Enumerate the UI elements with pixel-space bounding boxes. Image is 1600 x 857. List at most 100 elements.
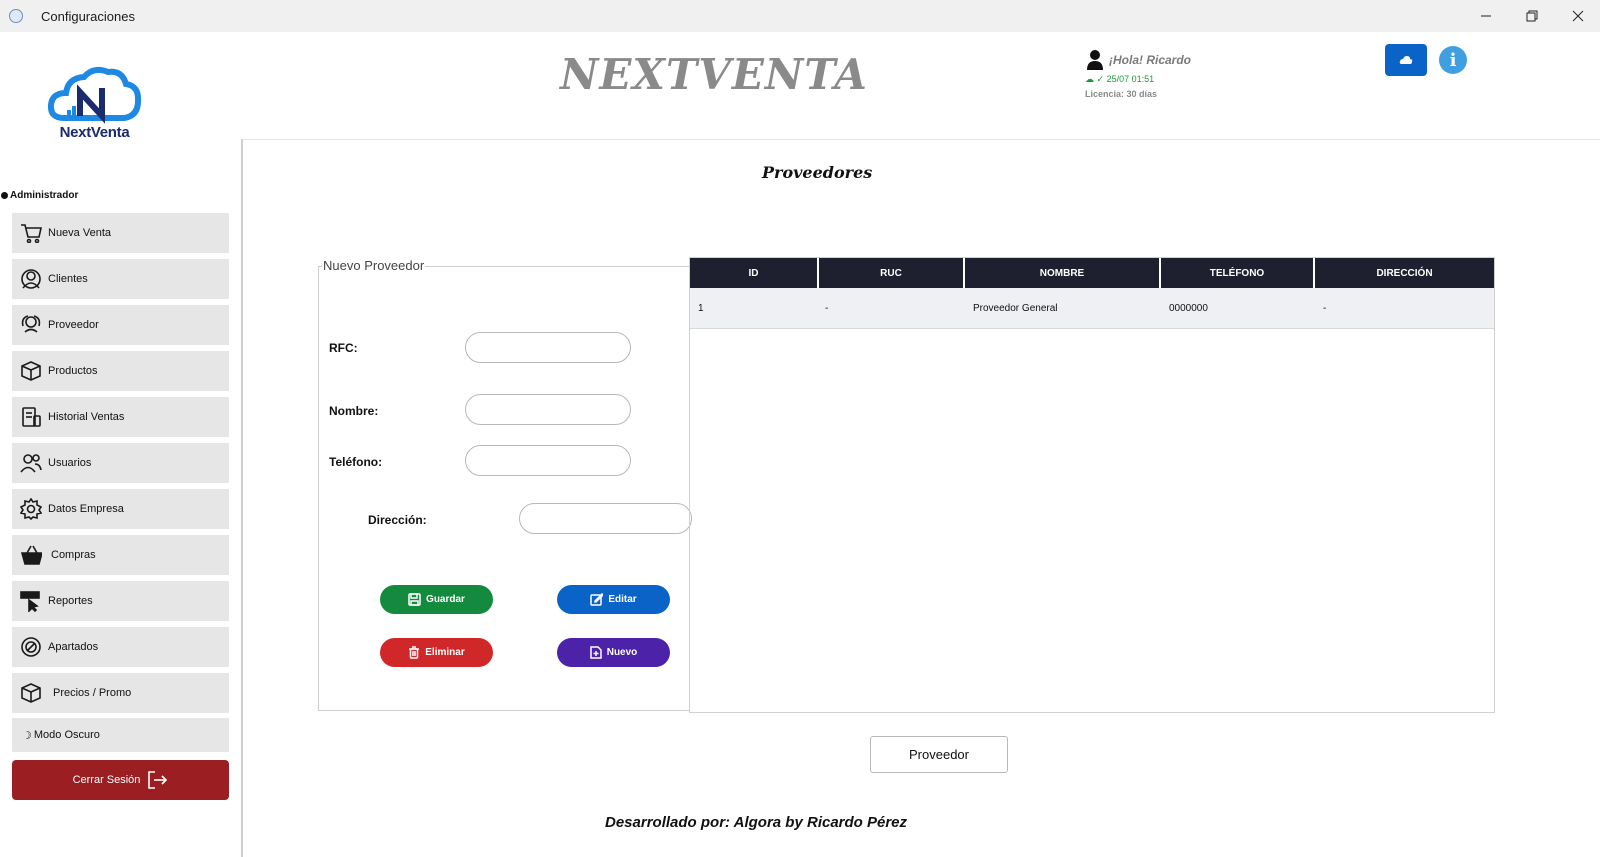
sidebar-item-precios-promo[interactable]: Precios / Promo xyxy=(12,673,229,713)
role-text: Administrador xyxy=(10,190,79,201)
cell-ruc: - xyxy=(825,302,829,314)
sidebar-item-historial-ventas[interactable]: Historial Ventas xyxy=(12,397,229,437)
sidebar-item-usuarios[interactable]: Usuarios xyxy=(12,443,229,483)
info-icon: i xyxy=(1449,49,1457,71)
table-header: ID RUC NOMBRE TELÉFONO DIRECCIÓN xyxy=(690,258,1494,288)
sidebar-item-label: Usuarios xyxy=(48,457,92,469)
cloud-icon xyxy=(1399,56,1413,64)
page-title: Proveedores xyxy=(762,163,873,182)
column-header-nombre[interactable]: NOMBRE xyxy=(965,258,1161,288)
sidebar-item-label: Historial Ventas xyxy=(48,411,125,423)
direccion-input[interactable] xyxy=(519,503,692,534)
nextventa-logo: NextVenta xyxy=(42,58,147,163)
telefono-label: Teléfono: xyxy=(329,455,383,469)
title-bar: Configuraciones xyxy=(0,0,1600,32)
column-header-id[interactable]: ID xyxy=(690,258,819,288)
footer-credit: Desarrollado por: Algora by Ricardo Pére… xyxy=(605,814,908,831)
editar-button[interactable]: Editar xyxy=(557,585,670,614)
minimize-icon xyxy=(1481,15,1491,17)
session-date: ☁ ✓ 25/07 01:51 xyxy=(1085,74,1154,85)
logout-button[interactable]: Cerrar Sesión xyxy=(12,760,229,800)
window-title: Configuraciones xyxy=(41,9,135,24)
cloud-logo-icon xyxy=(47,66,142,124)
sidebar-item-reportes[interactable]: Reportes xyxy=(12,581,229,621)
sidebar-item-label: Productos xyxy=(48,365,98,377)
sidebar-item-datos-empresa[interactable]: Datos Empresa xyxy=(12,489,229,529)
cell-direccion: - xyxy=(1323,302,1327,314)
layaway-icon xyxy=(20,636,42,658)
basket-icon xyxy=(20,544,42,566)
logo-text: NextVenta xyxy=(59,124,130,141)
users-icon xyxy=(20,452,42,474)
nombre-input[interactable] xyxy=(465,394,631,425)
cell-nombre: Proveedor General xyxy=(973,302,1058,314)
rfc-input[interactable] xyxy=(465,332,631,363)
nombre-label: Nombre: xyxy=(329,404,379,418)
greeting-text: ¡Hola! Ricardo xyxy=(1109,53,1192,67)
direccion-label: Dirección: xyxy=(368,513,427,527)
cloud-sync-icon: ☁ xyxy=(1085,74,1094,84)
clients-icon xyxy=(20,268,42,290)
eliminar-button[interactable]: Eliminar xyxy=(380,638,493,667)
info-button[interactable]: i xyxy=(1439,46,1467,74)
close-icon xyxy=(1572,10,1584,22)
sidebar-item-label: Clientes xyxy=(48,273,88,285)
sidebar-item-proveedor[interactable]: Proveedor xyxy=(12,305,229,345)
restore-icon xyxy=(1526,10,1538,22)
user-icon xyxy=(1087,50,1103,70)
sidebar-item-apartados[interactable]: Apartados xyxy=(12,627,229,667)
sidebar-item-clientes[interactable]: Clientes xyxy=(12,259,229,299)
column-header-direccion[interactable]: DIRECCIÓN xyxy=(1315,258,1494,288)
role-label: Administrador xyxy=(1,190,78,201)
edit-icon xyxy=(590,593,604,606)
gear-icon xyxy=(20,498,42,520)
dark-mode-toggle[interactable]: ☽ Modo Oscuro xyxy=(12,718,229,752)
save-icon xyxy=(408,593,421,606)
report-icon xyxy=(20,590,42,612)
session-date-text: 25/07 01:51 xyxy=(1106,74,1155,84)
dark-mode-label: Modo Oscuro xyxy=(33,729,100,741)
sidebar-item-nueva-venta[interactable]: Nueva Venta xyxy=(12,213,229,253)
sidebar-item-label: Precios / Promo xyxy=(53,687,132,699)
rfc-label: RFC: xyxy=(329,341,358,355)
role-dot-icon xyxy=(1,192,8,199)
sidebar-divider xyxy=(241,139,243,857)
cloud-button[interactable] xyxy=(1385,44,1427,76)
form-legend: Nuevo Proveedor xyxy=(322,258,426,273)
sidebar-item-label: Proveedor xyxy=(48,319,99,331)
proveedor-button[interactable]: Proveedor xyxy=(870,736,1008,773)
suppliers-table: ID RUC NOMBRE TELÉFONO DIRECCIÓN 1 - Pro… xyxy=(689,257,1495,713)
sidebar-item-label: Apartados xyxy=(48,641,99,653)
sidebar-item-productos[interactable]: Productos xyxy=(12,351,229,391)
telefono-input[interactable] xyxy=(465,445,631,476)
guardar-label: Guardar xyxy=(426,594,465,605)
logout-label: Cerrar Sesión xyxy=(72,774,141,786)
box-icon xyxy=(20,360,42,382)
trash-icon xyxy=(409,646,420,659)
sidebar-item-label: Reportes xyxy=(48,595,93,607)
new-file-icon xyxy=(589,646,602,659)
editar-label: Editar xyxy=(608,594,637,605)
license-text: Licencia: 30 días xyxy=(1085,89,1158,99)
sidebar-item-label: Compras xyxy=(51,549,96,561)
close-button[interactable] xyxy=(1555,0,1600,32)
cell-id: 1 xyxy=(698,302,704,314)
column-header-ruc[interactable]: RUC xyxy=(819,258,965,288)
cart-icon xyxy=(20,222,42,244)
nuevo-button[interactable]: Nuevo xyxy=(557,638,670,667)
guardar-button[interactable]: Guardar xyxy=(380,585,493,614)
column-header-telefono[interactable]: TELÉFONO xyxy=(1161,258,1315,288)
eliminar-label: Eliminar xyxy=(425,647,465,658)
sidebar-item-label: Nueva Venta xyxy=(48,227,111,239)
header-divider xyxy=(243,139,1600,140)
history-icon xyxy=(20,406,42,428)
table-row[interactable]: 1 - Proveedor General 0000000 - xyxy=(690,288,1494,329)
sidebar-item-label: Datos Empresa xyxy=(48,503,124,515)
app-icon xyxy=(9,9,23,23)
nuevo-label: Nuevo xyxy=(606,647,638,658)
restore-button[interactable] xyxy=(1509,0,1555,32)
sidebar-item-compras[interactable]: Compras xyxy=(12,535,229,575)
minimize-button[interactable] xyxy=(1463,0,1509,32)
price-box-icon xyxy=(20,682,42,704)
check-icon: ✓ xyxy=(1096,74,1105,84)
